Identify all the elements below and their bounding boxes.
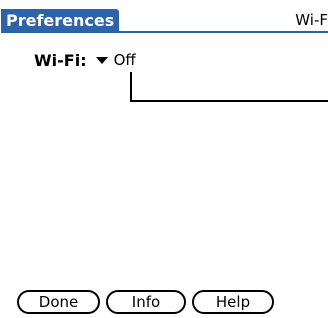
button-bar: Done Info Help <box>17 290 280 314</box>
wifi-picker-value[interactable]: Off <box>114 51 136 69</box>
info-button[interactable]: Info <box>106 290 186 314</box>
wifi-picker[interactable]: Off <box>95 51 136 69</box>
help-button[interactable]: Help <box>192 290 274 314</box>
title-tab: Preferences <box>1 9 120 32</box>
done-button[interactable]: Done <box>17 290 100 314</box>
connector-line <box>130 72 328 102</box>
triangle-down-icon[interactable] <box>95 56 108 64</box>
wifi-label: Wi-Fi: <box>34 50 87 70</box>
title-rule <box>1 31 328 33</box>
panel-name[interactable]: Wi-F <box>295 9 328 32</box>
wifi-row: Wi-Fi: Off <box>34 48 136 72</box>
